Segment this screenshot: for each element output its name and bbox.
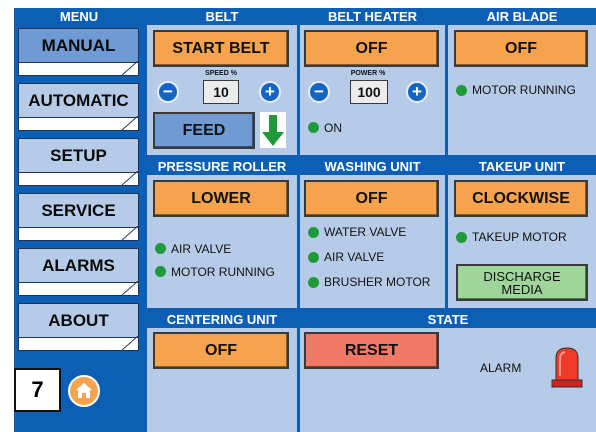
menu-item-automatic[interactable]: AUTOMATIC <box>18 83 139 131</box>
centering-unit-toggle-button[interactable]: OFF <box>153 332 289 369</box>
pressure-roller-panel: PRESSURE ROLLER LOWER AIR VALVE MOTOR RU… <box>147 158 297 308</box>
belt-heater-title: BELT HEATER <box>300 8 445 25</box>
state-title: STATE <box>300 311 596 328</box>
menu-item-label: ALARMS <box>19 249 138 283</box>
washing-air-valve-indicator <box>308 252 319 263</box>
speed-decrease-button[interactable]: − <box>157 81 179 103</box>
menu-item-manual[interactable]: MANUAL <box>18 28 139 76</box>
belt-heater-toggle-button[interactable]: OFF <box>304 30 439 67</box>
air-blade-toggle-button[interactable]: OFF <box>454 30 588 67</box>
page-fold-icon <box>122 226 138 240</box>
takeup-motor-label: TAKEUP MOTOR <box>472 230 567 244</box>
menu-item-about[interactable]: ABOUT <box>18 303 139 351</box>
roller-air-valve-label: AIR VALVE <box>171 242 232 256</box>
belt-panel: BELT START BELT SPEED % − 10 + FEED <box>147 8 297 155</box>
speed-value[interactable]: 10 <box>203 80 239 104</box>
air-blade-title: AIR BLADE <box>448 8 596 25</box>
air-blade-panel: AIR BLADE OFF MOTOR RUNNING <box>448 8 596 155</box>
power-value[interactable]: 100 <box>350 80 388 104</box>
menu-item-label: SERVICE <box>19 194 138 228</box>
menu-item-service[interactable]: SERVICE <box>18 193 139 241</box>
menu-item-setup[interactable]: SETUP <box>18 138 139 186</box>
takeup-unit-title: TAKEUP UNIT <box>448 158 596 175</box>
home-icon <box>76 383 92 398</box>
page-fold-icon <box>122 336 138 350</box>
pressure-roller-title: PRESSURE ROLLER <box>147 158 297 175</box>
arrow-down-icon <box>260 112 286 148</box>
page-fold-icon <box>122 116 138 130</box>
alarm-label: ALARM <box>480 361 522 375</box>
pressure-roller-lower-button[interactable]: LOWER <box>153 180 289 217</box>
washing-unit-title: WASHING UNIT <box>300 158 445 175</box>
menu-item-label: SETUP <box>19 139 138 173</box>
state-panel: STATE RESET ALARM <box>300 311 596 432</box>
roller-air-valve-indicator <box>155 243 166 254</box>
belt-title: BELT <box>147 8 297 25</box>
speed-increase-button[interactable]: + <box>259 81 281 103</box>
home-button[interactable] <box>68 375 100 407</box>
page-fold-icon <box>122 171 138 185</box>
roller-motor-indicator <box>155 266 166 277</box>
centering-unit-panel: CENTERING UNIT OFF <box>147 311 297 432</box>
menu-title: MENU <box>59 9 99 24</box>
discharge-media-line1: DISCHARGE <box>483 268 561 284</box>
alarm-beacon-icon <box>551 347 583 388</box>
belt-heater-panel: BELT HEATER OFF POWER % − 100 + ON <box>300 8 445 155</box>
feed-button[interactable]: FEED <box>153 112 255 149</box>
water-valve-indicator <box>308 227 319 238</box>
menu-item-label: MANUAL <box>19 29 138 63</box>
centering-unit-title: CENTERING UNIT <box>147 311 297 328</box>
washing-air-valve-label: AIR VALVE <box>324 250 385 264</box>
power-decrease-button[interactable]: − <box>308 81 330 103</box>
reset-button[interactable]: RESET <box>304 332 439 369</box>
heater-on-indicator <box>308 122 319 133</box>
power-increase-button[interactable]: + <box>406 81 428 103</box>
discharge-media-button[interactable]: DISCHARGE MEDIA <box>456 264 588 301</box>
water-valve-label: WATER VALVE <box>324 225 407 239</box>
menu-item-label: AUTOMATIC <box>19 84 138 118</box>
takeup-motor-indicator <box>456 232 467 243</box>
discharge-media-line2: MEDIA <box>501 281 543 297</box>
washing-unit-panel: WASHING UNIT OFF WATER VALVE AIR VALVE B… <box>300 158 445 308</box>
washing-unit-toggle-button[interactable]: OFF <box>304 180 439 217</box>
menu-item-label: ABOUT <box>19 304 138 338</box>
takeup-unit-panel: TAKEUP UNIT CLOCKWISE TAKEUP MOTOR DISCH… <box>448 158 596 308</box>
roller-motor-label: MOTOR RUNNING <box>171 265 275 279</box>
brusher-motor-label: BRUSHER MOTOR <box>324 275 431 289</box>
page-fold-icon <box>122 61 138 75</box>
air-blade-motor-label: MOTOR RUNNING <box>472 83 576 97</box>
power-label: POWER % <box>350 70 386 77</box>
screen-number: 7 <box>14 368 61 412</box>
menu-item-alarms[interactable]: ALARMS <box>18 248 139 296</box>
hmi-screen: MENU MANUAL AUTOMATIC SETUP SERVICE ALAR… <box>14 8 596 432</box>
speed-label: SPEED % <box>205 70 237 77</box>
air-blade-motor-indicator <box>456 85 467 96</box>
takeup-direction-button[interactable]: CLOCKWISE <box>454 180 588 217</box>
heater-on-label: ON <box>324 121 342 135</box>
start-belt-button[interactable]: START BELT <box>153 30 289 67</box>
page-fold-icon <box>122 281 138 295</box>
brusher-motor-indicator <box>308 277 319 288</box>
